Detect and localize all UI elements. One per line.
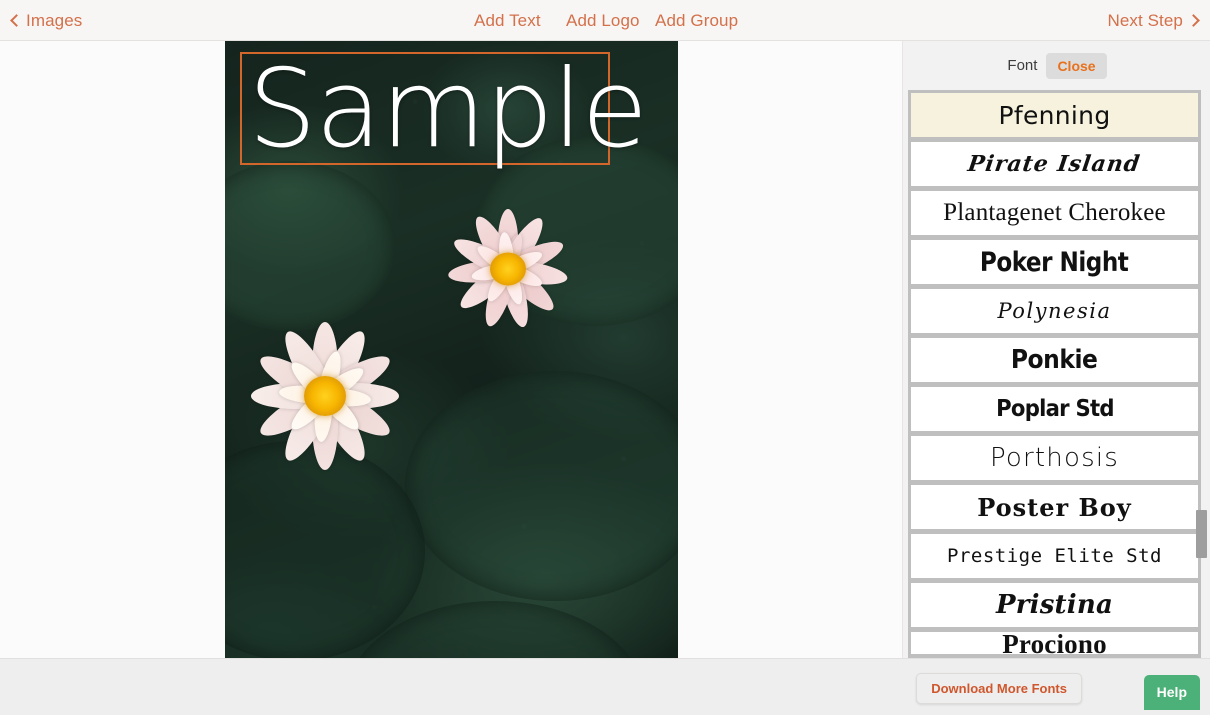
font-list-item[interactable]: Prestige Elite Std	[911, 534, 1198, 578]
back-to-images-label: Images	[26, 11, 83, 30]
font-name-label: Prociono	[1002, 632, 1107, 654]
font-panel: Font Close Pfenning Pirate Island Plantage…	[902, 41, 1210, 715]
font-list-scrollbar-thumb[interactable]	[1196, 510, 1207, 558]
help-button[interactable]: Help	[1143, 675, 1200, 710]
font-list-item[interactable]: Ponkie	[911, 338, 1198, 382]
font-name-label: Pfenning	[998, 100, 1111, 130]
font-list-item[interactable]: Plantagenet Cherokee	[911, 191, 1198, 235]
chevron-left-icon	[10, 14, 23, 27]
workspace-right-margin	[678, 82, 902, 715]
font-list-item[interactable]: Pfenning	[911, 93, 1198, 137]
chevron-right-icon	[1187, 14, 1200, 27]
font-list[interactable]: Pfenning Pirate Island Plantagenet Cheroke…	[908, 90, 1201, 699]
font-list-item[interactable]: Pristina	[911, 583, 1198, 627]
canvas-area[interactable]: Sample	[0, 41, 902, 715]
font-name-label: Ponkie	[1011, 345, 1098, 375]
top-toolbar: Images Add Text Add Logo Add Group Next …	[0, 0, 1210, 41]
close-button[interactable]: Close	[1046, 52, 1107, 79]
app-root: Images Add Text Add Logo Add Group Next …	[0, 0, 1210, 715]
font-name-label: Pristina	[995, 590, 1113, 620]
font-name-label: Poster Boy	[977, 492, 1132, 522]
add-logo-button[interactable]: Add Logo	[566, 0, 640, 41]
font-name-label: Poker Night	[980, 246, 1129, 278]
font-list-item[interactable]: Polynesia	[911, 289, 1198, 333]
download-more-fonts-button[interactable]: Download More Fonts	[916, 673, 1082, 704]
font-name-label: Polynesia	[997, 299, 1112, 323]
add-group-button[interactable]: Add Group	[655, 0, 738, 41]
font-name-label: Poplar Std	[995, 396, 1114, 422]
font-list-item[interactable]: Prociono	[911, 632, 1198, 654]
add-text-button[interactable]: Add Text	[474, 0, 541, 41]
font-name-label: Prestige Elite Std	[947, 545, 1162, 567]
font-name-label: Pirate Island	[966, 151, 1143, 177]
sample-text[interactable]: Sample	[248, 41, 648, 180]
font-list-item[interactable]: Poker Night	[911, 240, 1198, 284]
workspace-left-margin	[0, 82, 225, 715]
back-to-images-link[interactable]: Images	[10, 0, 83, 41]
text-layer-selection-box[interactable]: Sample	[240, 47, 648, 172]
panel-title: Font	[1007, 57, 1038, 74]
font-list-item[interactable]: Pirate Island	[911, 142, 1198, 186]
bottom-toolbar: Download More Fonts Help	[0, 658, 1210, 715]
flower-center	[490, 252, 526, 286]
flower-center	[304, 376, 346, 416]
font-name-label: Plantagenet Cherokee	[943, 199, 1166, 226]
next-step-button[interactable]: Next Step	[1107, 0, 1200, 41]
font-list-item[interactable]: Poplar Std	[911, 387, 1198, 431]
font-list-scrollbar-track[interactable]	[1194, 90, 1207, 699]
image-canvas[interactable]: Sample	[225, 41, 678, 715]
font-list-item[interactable]: Porthosis	[911, 436, 1198, 480]
font-name-label: Porthosis	[989, 443, 1120, 473]
font-list-item[interactable]: Poster Boy	[911, 485, 1198, 529]
font-panel-header: Font Close	[903, 41, 1210, 90]
next-step-label: Next Step	[1107, 11, 1183, 30]
